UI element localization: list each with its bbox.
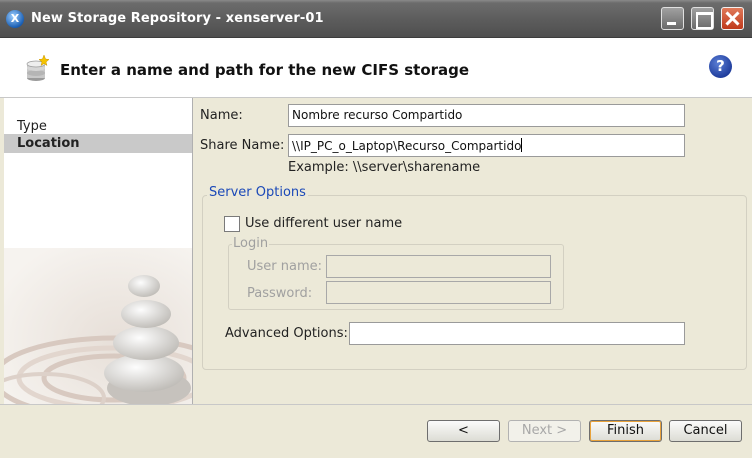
share-name-input[interactable]: \\IP_PC_o_Laptop\Recurso_Compartido: [288, 134, 685, 157]
share-name-example: Example: \\server\sharename: [288, 160, 481, 175]
wizard-footer: < Next > Finish Cancel: [0, 404, 752, 458]
location-form: Name: Nombre recurso Compartido Share Na…: [194, 98, 752, 404]
help-icon[interactable]: ?: [709, 55, 732, 78]
server-options-title: Server Options: [207, 185, 308, 200]
use-different-user-checkbox[interactable]: [224, 216, 240, 232]
zen-stones-image: [4, 248, 192, 404]
finish-button[interactable]: Finish: [589, 420, 662, 442]
window-title: New Storage Repository - xenserver-01: [31, 11, 324, 26]
step-location[interactable]: Location: [4, 134, 192, 153]
name-label: Name:: [200, 108, 243, 123]
username-input[interactable]: [326, 255, 551, 278]
password-label: Password:: [247, 286, 313, 301]
title-bar[interactable]: X New Storage Repository - xenserver-01: [0, 0, 752, 38]
name-input[interactable]: Nombre recurso Compartido: [288, 104, 685, 127]
login-title: Login: [232, 236, 270, 251]
next-button[interactable]: Next >: [508, 420, 581, 442]
share-name-value: \\IP_PC_o_Laptop\Recurso_Compartido: [292, 139, 522, 153]
page-title: Enter a name and path for the new CIFS s…: [60, 61, 470, 79]
xencenter-app-icon: X: [6, 10, 24, 28]
wizard-header: Enter a name and path for the new CIFS s…: [0, 38, 752, 98]
advanced-options-label: Advanced Options:: [225, 326, 348, 341]
use-different-user-label[interactable]: Use different user name: [245, 216, 402, 231]
storage-disk-icon: [26, 54, 49, 81]
username-label: User name:: [247, 259, 323, 274]
password-input[interactable]: [326, 281, 551, 304]
minimize-button[interactable]: [661, 7, 684, 30]
advanced-options-input[interactable]: [349, 322, 685, 345]
back-button[interactable]: <: [427, 420, 500, 442]
cancel-button[interactable]: Cancel: [669, 420, 742, 442]
maximize-button[interactable]: [691, 7, 714, 30]
text-caret: [521, 138, 523, 152]
share-name-label: Share Name:: [200, 138, 285, 153]
wizard-steps-sidebar: Type Location: [4, 98, 193, 404]
close-button[interactable]: [721, 7, 744, 30]
